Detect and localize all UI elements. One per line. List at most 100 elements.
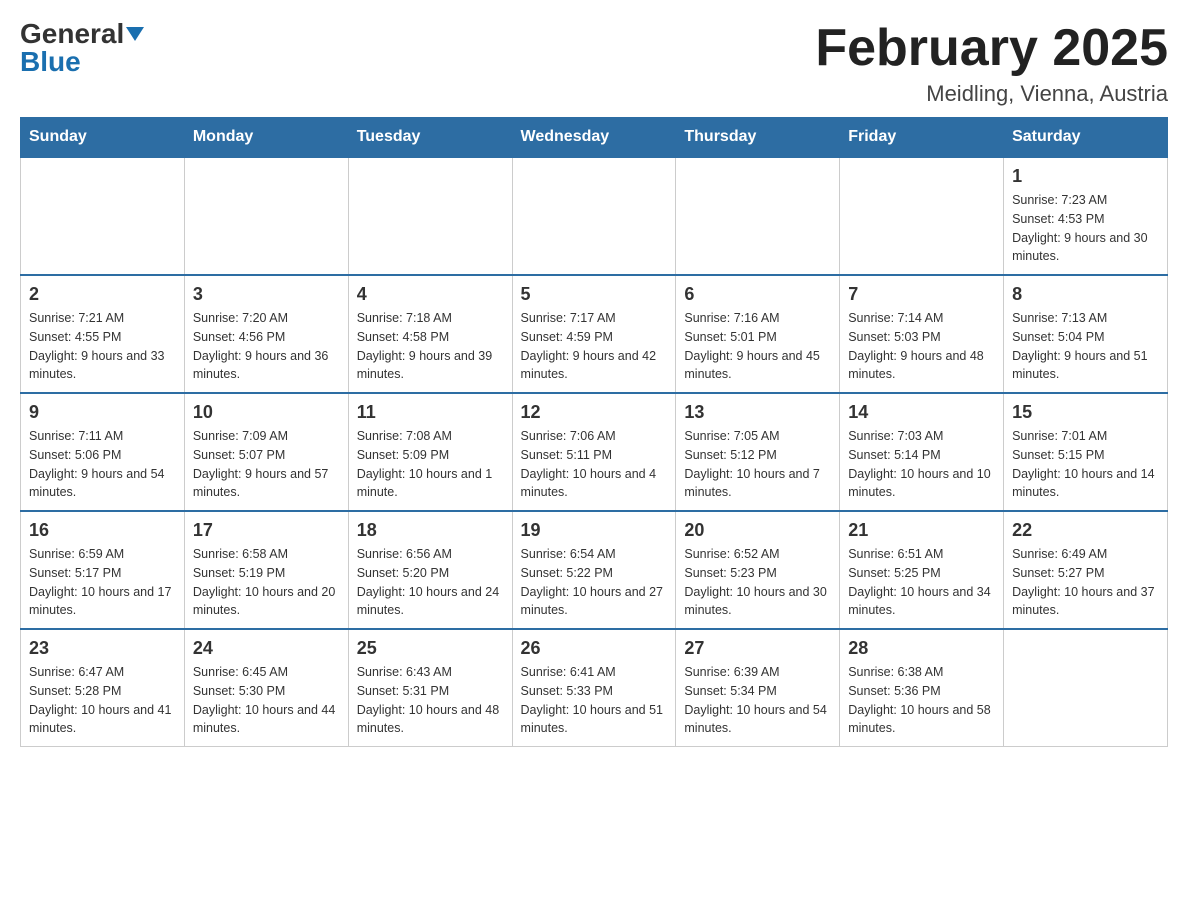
day-number: 4 [357, 284, 504, 305]
header-monday: Monday [184, 118, 348, 158]
day-info: Sunrise: 7:16 AMSunset: 5:01 PMDaylight:… [684, 311, 820, 381]
logo-text: GeneralBlue [20, 20, 144, 76]
header-friday: Friday [840, 118, 1004, 158]
calendar-cell: 4 Sunrise: 7:18 AMSunset: 4:58 PMDaylight… [348, 275, 512, 393]
day-number: 1 [1012, 166, 1159, 187]
calendar-cell: 19 Sunrise: 6:54 AMSunset: 5:22 PMDayligh… [512, 511, 676, 629]
calendar-cell: 20 Sunrise: 6:52 AMSunset: 5:23 PMDayligh… [676, 511, 840, 629]
day-number: 5 [521, 284, 668, 305]
calendar-cell: 15 Sunrise: 7:01 AMSunset: 5:15 PMDayligh… [1004, 393, 1168, 511]
day-info: Sunrise: 6:39 AMSunset: 5:34 PMDaylight:… [684, 665, 826, 735]
day-number: 8 [1012, 284, 1159, 305]
day-info: Sunrise: 6:41 AMSunset: 5:33 PMDaylight:… [521, 665, 663, 735]
title-section: February 2025 Meidling, Vienna, Austria [815, 20, 1168, 107]
header-wednesday: Wednesday [512, 118, 676, 158]
calendar-week-row: 2 Sunrise: 7:21 AMSunset: 4:55 PMDaylight… [21, 275, 1168, 393]
day-info: Sunrise: 6:52 AMSunset: 5:23 PMDaylight:… [684, 547, 826, 617]
calendar-cell [676, 157, 840, 275]
day-info: Sunrise: 7:08 AMSunset: 5:09 PMDaylight:… [357, 429, 493, 499]
day-info: Sunrise: 6:45 AMSunset: 5:30 PMDaylight:… [193, 665, 335, 735]
day-info: Sunrise: 6:49 AMSunset: 5:27 PMDaylight:… [1012, 547, 1154, 617]
day-info: Sunrise: 6:47 AMSunset: 5:28 PMDaylight:… [29, 665, 171, 735]
day-info: Sunrise: 7:14 AMSunset: 5:03 PMDaylight:… [848, 311, 984, 381]
day-number: 16 [29, 520, 176, 541]
day-number: 18 [357, 520, 504, 541]
day-info: Sunrise: 7:06 AMSunset: 5:11 PMDaylight:… [521, 429, 657, 499]
header-row: Sunday Monday Tuesday Wednesday Thursday… [21, 118, 1168, 158]
calendar-cell: 28 Sunrise: 6:38 AMSunset: 5:36 PMDayligh… [840, 629, 1004, 747]
calendar-cell: 5 Sunrise: 7:17 AMSunset: 4:59 PMDaylight… [512, 275, 676, 393]
calendar-cell: 11 Sunrise: 7:08 AMSunset: 5:09 PMDayligh… [348, 393, 512, 511]
day-number: 2 [29, 284, 176, 305]
calendar-cell: 18 Sunrise: 6:56 AMSunset: 5:20 PMDayligh… [348, 511, 512, 629]
day-info: Sunrise: 6:54 AMSunset: 5:22 PMDaylight:… [521, 547, 663, 617]
day-number: 22 [1012, 520, 1159, 541]
calendar-cell: 17 Sunrise: 6:58 AMSunset: 5:19 PMDayligh… [184, 511, 348, 629]
day-info: Sunrise: 7:17 AMSunset: 4:59 PMDaylight:… [521, 311, 657, 381]
day-info: Sunrise: 6:56 AMSunset: 5:20 PMDaylight:… [357, 547, 499, 617]
calendar-body: 1 Sunrise: 7:23 AMSunset: 4:53 PMDaylight… [21, 157, 1168, 747]
day-number: 9 [29, 402, 176, 423]
calendar-cell: 12Sunrise: 7:06 AMSunset: 5:11 PMDayligh… [512, 393, 676, 511]
day-info: Sunrise: 7:23 AMSunset: 4:53 PMDaylight:… [1012, 193, 1148, 263]
day-info: Sunrise: 7:01 AMSunset: 5:15 PMDaylight:… [1012, 429, 1154, 499]
day-number: 20 [684, 520, 831, 541]
calendar-cell: 1 Sunrise: 7:23 AMSunset: 4:53 PMDaylight… [1004, 157, 1168, 275]
day-number: 25 [357, 638, 504, 659]
day-number: 11 [357, 402, 504, 423]
day-number: 24 [193, 638, 340, 659]
day-number: 14 [848, 402, 995, 423]
day-number: 17 [193, 520, 340, 541]
logo: GeneralBlue [20, 20, 144, 76]
calendar-cell [840, 157, 1004, 275]
calendar-cell [184, 157, 348, 275]
day-number: 3 [193, 284, 340, 305]
header-sunday: Sunday [21, 118, 185, 158]
calendar-cell: 6Sunrise: 7:16 AMSunset: 5:01 PMDaylight… [676, 275, 840, 393]
calendar-cell: 8Sunrise: 7:13 AMSunset: 5:04 PMDaylight… [1004, 275, 1168, 393]
calendar-week-row: 9Sunrise: 7:11 AMSunset: 5:06 PMDaylight… [21, 393, 1168, 511]
logo-blue-text: Blue [20, 46, 81, 77]
calendar-cell: 10Sunrise: 7:09 AMSunset: 5:07 PMDayligh… [184, 393, 348, 511]
calendar-header: Sunday Monday Tuesday Wednesday Thursday… [21, 118, 1168, 158]
day-info: Sunrise: 6:38 AMSunset: 5:36 PMDaylight:… [848, 665, 990, 735]
day-number: 19 [521, 520, 668, 541]
day-number: 7 [848, 284, 995, 305]
header-tuesday: Tuesday [348, 118, 512, 158]
calendar-cell [21, 157, 185, 275]
header-thursday: Thursday [676, 118, 840, 158]
day-number: 13 [684, 402, 831, 423]
day-number: 15 [1012, 402, 1159, 423]
day-info: Sunrise: 7:03 AMSunset: 5:14 PMDaylight:… [848, 429, 990, 499]
calendar-cell: 27Sunrise: 6:39 AMSunset: 5:34 PMDayligh… [676, 629, 840, 747]
calendar-cell: 26 Sunrise: 6:41 AMSunset: 5:33 PMDayligh… [512, 629, 676, 747]
logo-triangle-icon [126, 27, 144, 41]
calendar-cell [348, 157, 512, 275]
day-info: Sunrise: 6:59 AMSunset: 5:17 PMDaylight:… [29, 547, 171, 617]
calendar-cell: 16 Sunrise: 6:59 AMSunset: 5:17 PMDayligh… [21, 511, 185, 629]
day-info: Sunrise: 6:58 AMSunset: 5:19 PMDaylight:… [193, 547, 335, 617]
day-number: 26 [521, 638, 668, 659]
location-title: Meidling, Vienna, Austria [815, 81, 1168, 107]
calendar-week-row: 23 Sunrise: 6:47 AMSunset: 5:28 PMDayligh… [21, 629, 1168, 747]
calendar-cell: 13 Sunrise: 7:05 AMSunset: 5:12 PMDayligh… [676, 393, 840, 511]
calendar-cell: 21 Sunrise: 6:51 AMSunset: 5:25 PMDayligh… [840, 511, 1004, 629]
calendar-cell [512, 157, 676, 275]
day-number: 28 [848, 638, 995, 659]
calendar-cell: 2 Sunrise: 7:21 AMSunset: 4:55 PMDaylight… [21, 275, 185, 393]
day-info: Sunrise: 7:05 AMSunset: 5:12 PMDaylight:… [684, 429, 820, 499]
day-number: 21 [848, 520, 995, 541]
calendar-cell: 3 Sunrise: 7:20 AMSunset: 4:56 PMDaylight… [184, 275, 348, 393]
day-info: Sunrise: 6:51 AMSunset: 5:25 PMDaylight:… [848, 547, 990, 617]
calendar-cell: 25Sunrise: 6:43 AMSunset: 5:31 PMDayligh… [348, 629, 512, 747]
calendar-cell: 14 Sunrise: 7:03 AMSunset: 5:14 PMDayligh… [840, 393, 1004, 511]
day-info: Sunrise: 7:21 AMSunset: 4:55 PMDaylight:… [29, 311, 165, 381]
day-number: 10 [193, 402, 340, 423]
day-number: 23 [29, 638, 176, 659]
calendar-title: February 2025 [815, 20, 1168, 77]
day-info: Sunrise: 7:18 AMSunset: 4:58 PMDaylight:… [357, 311, 493, 381]
calendar-week-row: 16 Sunrise: 6:59 AMSunset: 5:17 PMDayligh… [21, 511, 1168, 629]
day-info: Sunrise: 7:20 AMSunset: 4:56 PMDaylight:… [193, 311, 329, 381]
calendar-cell: 22 Sunrise: 6:49 AMSunset: 5:27 PMDayligh… [1004, 511, 1168, 629]
calendar-week-row: 1 Sunrise: 7:23 AMSunset: 4:53 PMDaylight… [21, 157, 1168, 275]
